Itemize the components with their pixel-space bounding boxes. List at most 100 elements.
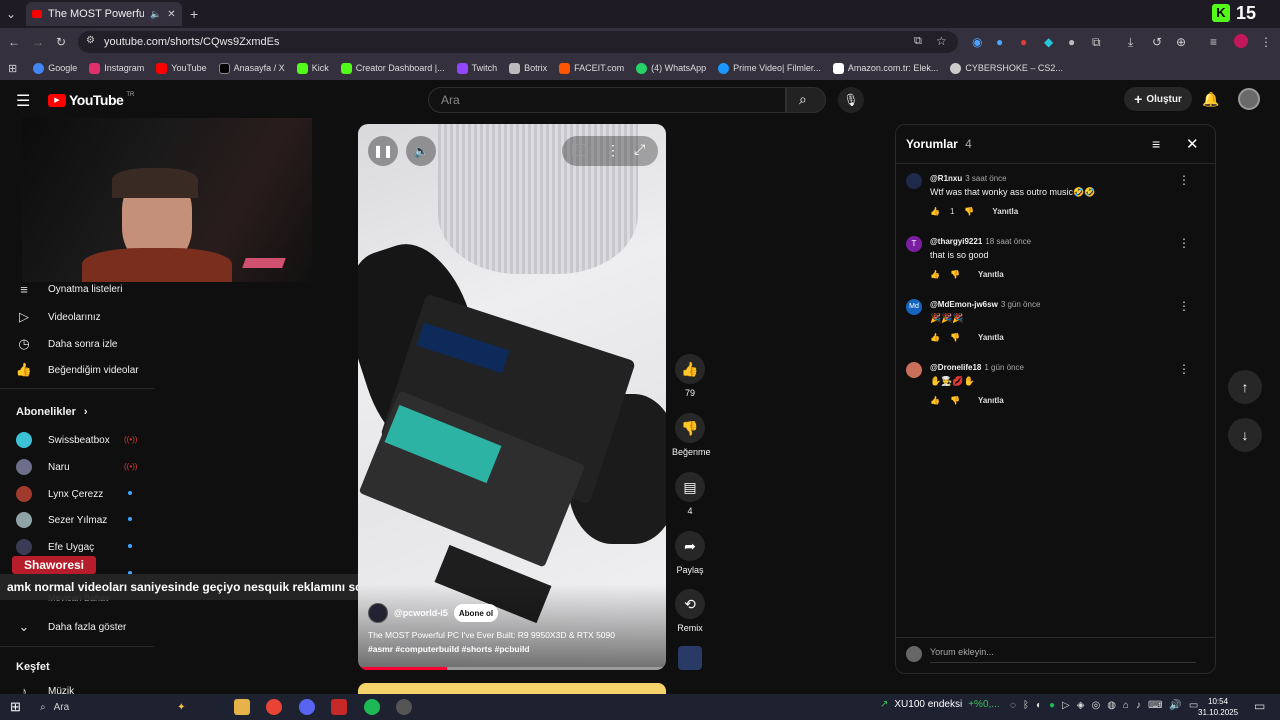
avatar[interactable]: T	[906, 236, 922, 252]
tray-icon[interactable]: ⌂	[1123, 700, 1129, 711]
taskbar-search[interactable]: ⌕ Ara ✦	[34, 697, 214, 717]
extension-3-icon[interactable]: ●	[1020, 35, 1027, 49]
sidebar-sub-lynx-cerezz[interactable]: Lynx Çerezz	[16, 486, 103, 502]
back-icon[interactable]: ←	[8, 35, 20, 49]
sidebar-item-your-videos[interactable]: ▷ Videolarınız	[16, 309, 101, 325]
bookmark-x[interactable]: Anasayfa / X	[218, 62, 285, 74]
thumbs-up-icon[interactable]: 👍	[930, 270, 940, 279]
comment-more-icon[interactable]: ⋮	[1178, 236, 1190, 250]
site-info-icon[interactable]: ⚙	[86, 35, 95, 46]
profile-sync-icon[interactable]: ⊕	[1176, 35, 1186, 49]
share-button[interactable]: ➦ Paylaş	[672, 531, 708, 575]
fullscreen-icon[interactable]: ⤢	[634, 141, 645, 158]
close-icon[interactable]: ✕	[1186, 135, 1199, 153]
reply-button[interactable]: Yanıtla	[978, 270, 1004, 279]
bookmark-twitch[interactable]: Twitch	[456, 62, 497, 74]
extension-2-icon[interactable]: ●	[996, 35, 1003, 49]
bookmark-instagram[interactable]: Instagram	[89, 62, 144, 74]
reading-list-icon[interactable]: ≡	[1210, 35, 1217, 49]
file-explorer-icon[interactable]	[234, 699, 250, 715]
notifications-bell-icon[interactable]: 🔔	[1202, 91, 1219, 108]
avatar[interactable]: Md	[906, 299, 922, 315]
extension-4-icon[interactable]: ◆	[1044, 35, 1053, 49]
thumbs-up-icon[interactable]: 👍	[930, 207, 940, 216]
channel-name[interactable]: @pcworld-i5	[394, 608, 448, 618]
sidebar-sub-naru[interactable]: Naru	[16, 459, 70, 475]
bookmark-star-icon[interactable]: ☆	[936, 34, 947, 48]
tab-list-icon[interactable]: ⌄	[6, 7, 16, 21]
dislike-button[interactable]: 👎 Beğenme	[672, 413, 711, 457]
browser-profile-avatar[interactable]	[1234, 34, 1248, 48]
volume-button[interactable]: 🔈	[406, 136, 436, 166]
tab-close-icon[interactable]: ✕	[167, 9, 175, 20]
tray-icon[interactable]: ◎	[1091, 700, 1100, 711]
windows-start-icon[interactable]: ⊞	[10, 699, 21, 715]
sidebar-sub-efe-uygac[interactable]: Efe Uygaç	[16, 539, 94, 555]
extension-5-icon[interactable]: ●	[1068, 35, 1075, 49]
tray-icon[interactable]: ◈	[1077, 700, 1085, 711]
add-comment-input[interactable]: Yorum ekleyin...	[930, 647, 1196, 663]
search-input[interactable]: Ara	[428, 87, 786, 113]
bookmark-faceit[interactable]: FACEIT.com	[559, 62, 624, 74]
sidebar-item-watch-later[interactable]: ◷ Daha sonra izle	[16, 336, 117, 352]
extension-1-icon[interactable]: ◉	[972, 35, 982, 49]
comment-more-icon[interactable]: ⋮	[1178, 299, 1190, 313]
install-app-icon[interactable]: ⧉	[914, 35, 922, 48]
show-more-button[interactable]: ⌄ Daha fazla göster	[16, 619, 127, 635]
sidebar-sub-swissbeatbox[interactable]: Swissbeatbox	[16, 432, 110, 448]
reply-button[interactable]: Yanıtla	[978, 396, 1004, 405]
bookmark-prime-video[interactable]: Prime Video| Filmler...	[718, 62, 821, 74]
previous-short-button[interactable]: ↑	[1228, 370, 1262, 404]
reply-button[interactable]: Yanıtla	[978, 333, 1004, 342]
menu-hamburger-icon[interactable]: ☰	[16, 91, 30, 111]
create-button[interactable]: + Oluştur	[1124, 87, 1192, 111]
next-short-preview[interactable]	[358, 683, 666, 694]
tray-icon[interactable]: ◌	[1010, 700, 1016, 711]
tray-icon[interactable]: ▷	[1062, 700, 1070, 711]
bookmark-creator-dashboard[interactable]: Creator Dashboard |...	[340, 62, 445, 74]
download-icon[interactable]: ⤓	[1128, 35, 1133, 50]
tray-icon[interactable]: ◐	[1036, 700, 1042, 711]
sidebar-item-liked-videos[interactable]: 👍 Beğendiğim videolar	[16, 362, 139, 378]
thumbs-down-icon[interactable]: 👎	[950, 396, 960, 405]
spotify-tray-icon[interactable]: ●	[1049, 700, 1055, 711]
bookmark-amazon[interactable]: Amazon.com.tr: Elek...	[832, 62, 938, 74]
battery-icon[interactable]: ▭	[1189, 700, 1198, 711]
thumbs-down-icon[interactable]: 👎	[950, 270, 960, 279]
spotify-icon[interactable]	[364, 699, 380, 715]
comment-more-icon[interactable]: ⋮	[1178, 173, 1190, 187]
progress-track[interactable]	[358, 667, 666, 670]
reload-icon[interactable]: ↻	[56, 35, 66, 49]
discord-icon[interactable]	[299, 699, 315, 715]
new-tab-icon[interactable]: +	[190, 6, 198, 22]
notification-center-icon[interactable]: ▭	[1254, 699, 1265, 713]
browser-tab[interactable]: The MOST Powerful PC I've 🔈 ✕	[26, 2, 182, 26]
tab-audio-icon[interactable]: 🔈	[150, 9, 161, 20]
search-button[interactable]: ⌕	[786, 87, 826, 113]
chrome-icon[interactable]	[266, 699, 282, 715]
bookmark-whatsapp[interactable]: (4) WhatsApp	[636, 62, 706, 74]
reply-button[interactable]: Yanıtla	[992, 207, 1018, 216]
account-avatar[interactable]	[1238, 88, 1260, 110]
subscriptions-heading[interactable]: Abonelikler ›	[16, 406, 88, 418]
volume-icon[interactable]: 🔊	[1169, 700, 1181, 711]
url-field[interactable]: ⚙ youtube.com/shorts/CQws9ZxmdEs ⧉ ☆	[78, 31, 958, 53]
thumbs-down-icon[interactable]: 👎	[950, 333, 960, 342]
sidebar-sub-sezer-yilmaz[interactable]: Sezer Yılmaz	[16, 512, 107, 528]
sound-thumbnail[interactable]	[678, 646, 702, 670]
bluetooth-icon[interactable]: ᛒ	[1023, 700, 1029, 711]
microphone-icon[interactable]: ♪	[1136, 700, 1141, 711]
subscribe-button[interactable]: Abone ol	[454, 604, 498, 622]
shorts-video-player[interactable]: ❚❚ 🔈 CC ⋮ ⤢ @pcworld-i5 Abone ol The MOS…	[358, 124, 666, 670]
voice-search-button[interactable]: 🎙	[838, 87, 864, 113]
video-title[interactable]: The MOST Powerful PC I've Ever Built: R9…	[368, 630, 658, 640]
comments-button[interactable]: ▤ 4	[672, 472, 708, 516]
apps-grid-icon[interactable]: ⊞	[8, 62, 17, 75]
browser-menu-icon[interactable]: ⋮	[1260, 35, 1272, 49]
next-short-button[interactable]: ↓	[1228, 418, 1262, 452]
comment-more-icon[interactable]: ⋮	[1178, 362, 1190, 376]
forward-icon[interactable]: →	[32, 35, 44, 49]
app-icon[interactable]	[331, 699, 347, 715]
network-icon[interactable]: ⌨	[1148, 700, 1162, 711]
stock-widget[interactable]: ↗ XU100 endeksi +%0,...	[880, 699, 1000, 710]
